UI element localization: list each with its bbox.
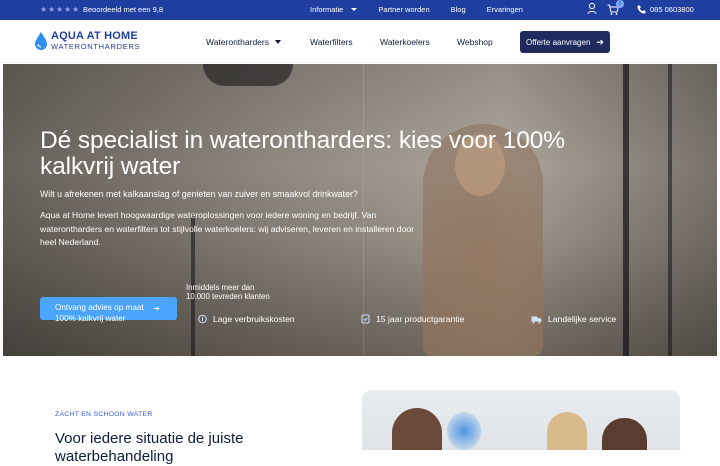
top-bar: ★ ★ ★ ★ ★ Beoordeeld met een 9,8 Informa…	[0, 0, 720, 20]
usp-label: Lage verbruikskosten	[213, 314, 295, 324]
cart-count-badge: 0	[616, 0, 624, 8]
top-nav-blog[interactable]: Blog	[451, 5, 466, 14]
coin-icon	[198, 314, 207, 324]
phone-link[interactable]: 085 0603800	[637, 5, 694, 14]
nav-waterkoelers[interactable]: Waterkoelers	[380, 37, 457, 47]
star-icon: ★	[72, 5, 80, 14]
chevron-down-icon	[275, 40, 281, 44]
chevron-down-icon	[351, 8, 358, 11]
top-nav-ervaringen[interactable]: Ervaringen	[487, 5, 523, 14]
cta-label: Offerte aanvragen	[526, 37, 591, 47]
warranty-icon	[361, 314, 370, 324]
section-image	[362, 390, 680, 450]
hero-body: Aqua at Home levert hoogwaardige waterop…	[40, 210, 415, 247]
top-nav-informatie[interactable]: Informatie	[310, 5, 358, 14]
shower-frame-image	[668, 64, 672, 356]
arrow-right-icon: ➔	[596, 36, 604, 47]
intro-section: ZACHT EN SCHOON WATER Voor iedere situat…	[0, 356, 720, 465]
user-icon[interactable]	[587, 2, 597, 16]
top-bar-actions: 0 085 0603800	[587, 0, 694, 16]
top-nav-partner-worden[interactable]: Partner worden	[378, 5, 429, 14]
star-icon: ★	[40, 5, 48, 14]
truck-icon	[531, 316, 542, 323]
button-sublabel: 100% kalkvrij water	[55, 314, 126, 323]
shower-frame-image	[623, 64, 629, 356]
usp-label: Landelijke service	[548, 314, 617, 324]
section-eyebrow: ZACHT EN SCHOON WATER	[55, 411, 153, 418]
star-icon: ★	[56, 5, 64, 14]
phone-number: 085 0603800	[650, 4, 694, 14]
cart-button[interactable]: 0	[607, 0, 624, 16]
top-nav: Informatie Partner worden Blog Ervaringe…	[310, 5, 523, 14]
logo[interactable]: AQUA AT HOME WATERONTHARDERS	[34, 31, 140, 51]
top-nav-label: Blog	[450, 5, 466, 14]
nav-waterontharders[interactable]: Waterontharders	[206, 37, 310, 47]
nav-label: Waterfilters	[310, 37, 353, 47]
usp-label: 15 jaar productgarantie	[376, 314, 465, 324]
happy-customers: Inmiddels meer dan 10.000 tevreden klant…	[186, 283, 270, 301]
nav-waterfilters[interactable]: Waterfilters	[310, 37, 380, 47]
nav-webshop[interactable]: Webshop	[457, 37, 493, 47]
logo-title: AQUA AT HOME	[51, 30, 138, 43]
happy-customers-line1: Inmiddels meer dan	[186, 283, 255, 292]
usp-item: 15 jaar productgarantie	[361, 314, 464, 324]
nav-label: Webshop	[457, 37, 493, 47]
star-icon: ★	[48, 5, 56, 14]
arrow-right-icon: ➔	[153, 304, 160, 313]
top-nav-label: Informatie	[310, 5, 344, 14]
happy-customers-line2: 10.000 tevreden klanten	[186, 292, 270, 301]
water-drop-icon	[35, 32, 47, 50]
shower-head-image	[203, 64, 293, 86]
rating[interactable]: ★ ★ ★ ★ ★ Beoordeeld met een 9,8	[40, 5, 163, 14]
offerte-aanvragen-button[interactable]: Offerte aanvragen ➔	[520, 31, 610, 53]
hero-subtitle: Wilt u afrekenen met kalkaanslag of geni…	[40, 189, 358, 199]
top-nav-label: Ervaringen	[486, 5, 523, 14]
header: AQUA AT HOME WATERONTHARDERS Wateronthar…	[0, 20, 720, 63]
water-splash-image	[447, 412, 481, 450]
person-image	[602, 418, 647, 450]
nav-label: Waterkoelers	[380, 37, 430, 47]
rating-stars: ★ ★ ★ ★ ★	[40, 5, 80, 14]
nav-label: Waterontharders	[206, 37, 269, 47]
advies-op-maat-button[interactable]: Ontvang advies op maat ➔ 100% kalkvrij w…	[40, 297, 177, 323]
person-image	[392, 408, 442, 450]
hero: Dé specialist in waterontharders: kies v…	[3, 64, 717, 356]
usp-item: Landelijke service	[531, 314, 616, 324]
main-nav: Waterontharders Waterfilters Waterkoeler…	[206, 37, 493, 47]
rating-text: Beoordeeld met een 9,8	[83, 5, 164, 14]
button-label: Ontvang advies op maat	[55, 303, 144, 312]
hero-title: Dé specialist in waterontharders: kies v…	[40, 127, 565, 180]
section-title: Voor iedere situatie de juiste waterbeha…	[55, 430, 244, 465]
person-image	[547, 412, 587, 450]
phone-icon	[637, 5, 646, 13]
top-nav-label: Partner worden	[378, 5, 430, 14]
logo-subtitle: WATERONTHARDERS	[51, 42, 141, 52]
star-icon: ★	[64, 5, 72, 14]
usp-item: Lage verbruikskosten	[198, 314, 295, 324]
